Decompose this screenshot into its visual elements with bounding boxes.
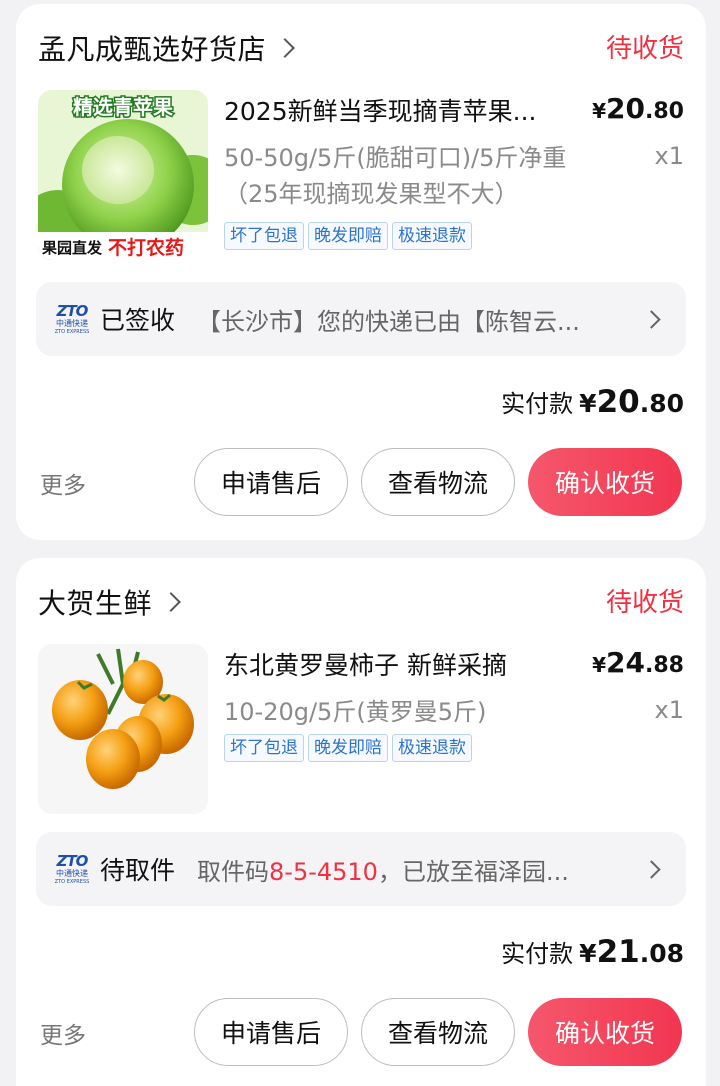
order-card: 大贺生鲜 待收货 东北黄罗曼柿子 新鲜采摘 ¥24.88 10-20g/5斤(黄 (16, 558, 706, 1086)
service-tag: 极速退款 (392, 734, 472, 762)
image-banner-top: 精选青苹果 (73, 95, 173, 119)
yellow-tomato-image (38, 644, 208, 814)
product-spec-line: 50-50g/5斤(脆甜可口)/5斤净重 (224, 144, 567, 172)
product-spec-line: （25年现摘现发果型不大） (224, 180, 519, 208)
product-spec: 10-20g/5斤(黄罗曼5斤) (224, 694, 624, 730)
after-sales-button[interactable]: 申请售后 (194, 448, 348, 516)
service-tag: 坏了包退 (224, 222, 304, 250)
service-tag: 晚发即赔 (308, 222, 388, 250)
pickup-code: 8-5-4510 (269, 857, 378, 886)
order-status: 待收货 (605, 588, 684, 618)
logistics-bar[interactable]: ZTO 中通快递 ZTO EXPRESS 已签收 【长沙市】您的快递已由【陈智云… (36, 282, 686, 356)
service-tag: 极速退款 (392, 222, 472, 250)
more-button[interactable]: 更多 (40, 1016, 86, 1050)
order-status: 待收货 (605, 34, 684, 64)
after-sales-button[interactable]: 申请售后 (194, 998, 348, 1066)
logistics-status: 已签收 (100, 306, 176, 335)
payment-total: 实付款 ¥ 21 .08 (501, 934, 684, 970)
logistics-status: 待取件 (100, 856, 176, 885)
product-price: ¥24.88 (592, 646, 684, 679)
logistics-bar[interactable]: ZTO 中通快递 ZTO EXPRESS 待取件 取件码8-5-4510，已放至… (36, 832, 686, 906)
product-image[interactable] (38, 644, 208, 814)
service-tag: 晚发即赔 (308, 734, 388, 762)
logistics-message: 【长沙市】您的快递已由【陈智云... (197, 307, 580, 336)
order-card: 孟凡成甄选好货店 待收货 精选青苹果 果园直发 不打农药 2025新鲜当季现摘青… (16, 4, 706, 540)
payment-total: 实付款 ¥ 20 .80 (501, 384, 684, 420)
image-banner-bottom-left: 果园直发 (41, 239, 103, 257)
shop-link[interactable]: 孟凡成甄选好货店 (38, 28, 295, 68)
chevron-right-icon (642, 859, 661, 879)
product-image[interactable]: 精选青苹果 果园直发 不打农药 (38, 90, 208, 260)
logistics-message: 取件码8-5-4510，已放至福泽园... (197, 857, 569, 886)
confirm-receipt-button[interactable]: 确认收货 (528, 448, 682, 516)
image-banner-bottom-right: 不打农药 (108, 236, 184, 259)
product-title[interactable]: 2025新鲜当季现摘青苹果... (224, 92, 554, 128)
service-tag: 坏了包退 (224, 734, 304, 762)
shop-link[interactable]: 大贺生鲜 (38, 582, 181, 622)
confirm-receipt-button[interactable]: 确认收货 (528, 998, 682, 1066)
track-logistics-button[interactable]: 查看物流 (361, 998, 515, 1066)
track-logistics-button[interactable]: 查看物流 (361, 448, 515, 516)
product-price: ¥20.80 (592, 92, 684, 125)
chevron-right-icon (275, 38, 295, 58)
zto-logo-icon: ZTO 中通快递 ZTO EXPRESS (54, 851, 90, 885)
more-button[interactable]: 更多 (40, 466, 86, 500)
green-apple-image: 精选青苹果 果园直发 不打农药 (38, 90, 208, 260)
shop-name: 大贺生鲜 (38, 587, 153, 620)
chevron-right-icon (642, 309, 661, 329)
product-title[interactable]: 东北黄罗曼柿子 新鲜采摘 (224, 646, 554, 682)
zto-logo-icon: ZTO 中通快递 ZTO EXPRESS (54, 301, 90, 335)
shop-name: 孟凡成甄选好货店 (38, 33, 267, 66)
product-quantity: x1 (654, 696, 684, 724)
service-tags: 坏了包退 晚发即赔 极速退款 (224, 222, 472, 250)
product-spec-line: 10-20g/5斤(黄罗曼5斤) (224, 698, 487, 726)
product-quantity: x1 (654, 142, 684, 170)
product-spec: 50-50g/5斤(脆甜可口)/5斤净重 （25年现摘现发果型不大） (224, 140, 624, 212)
service-tags: 坏了包退 晚发即赔 极速退款 (224, 734, 472, 762)
chevron-right-icon (161, 592, 181, 612)
